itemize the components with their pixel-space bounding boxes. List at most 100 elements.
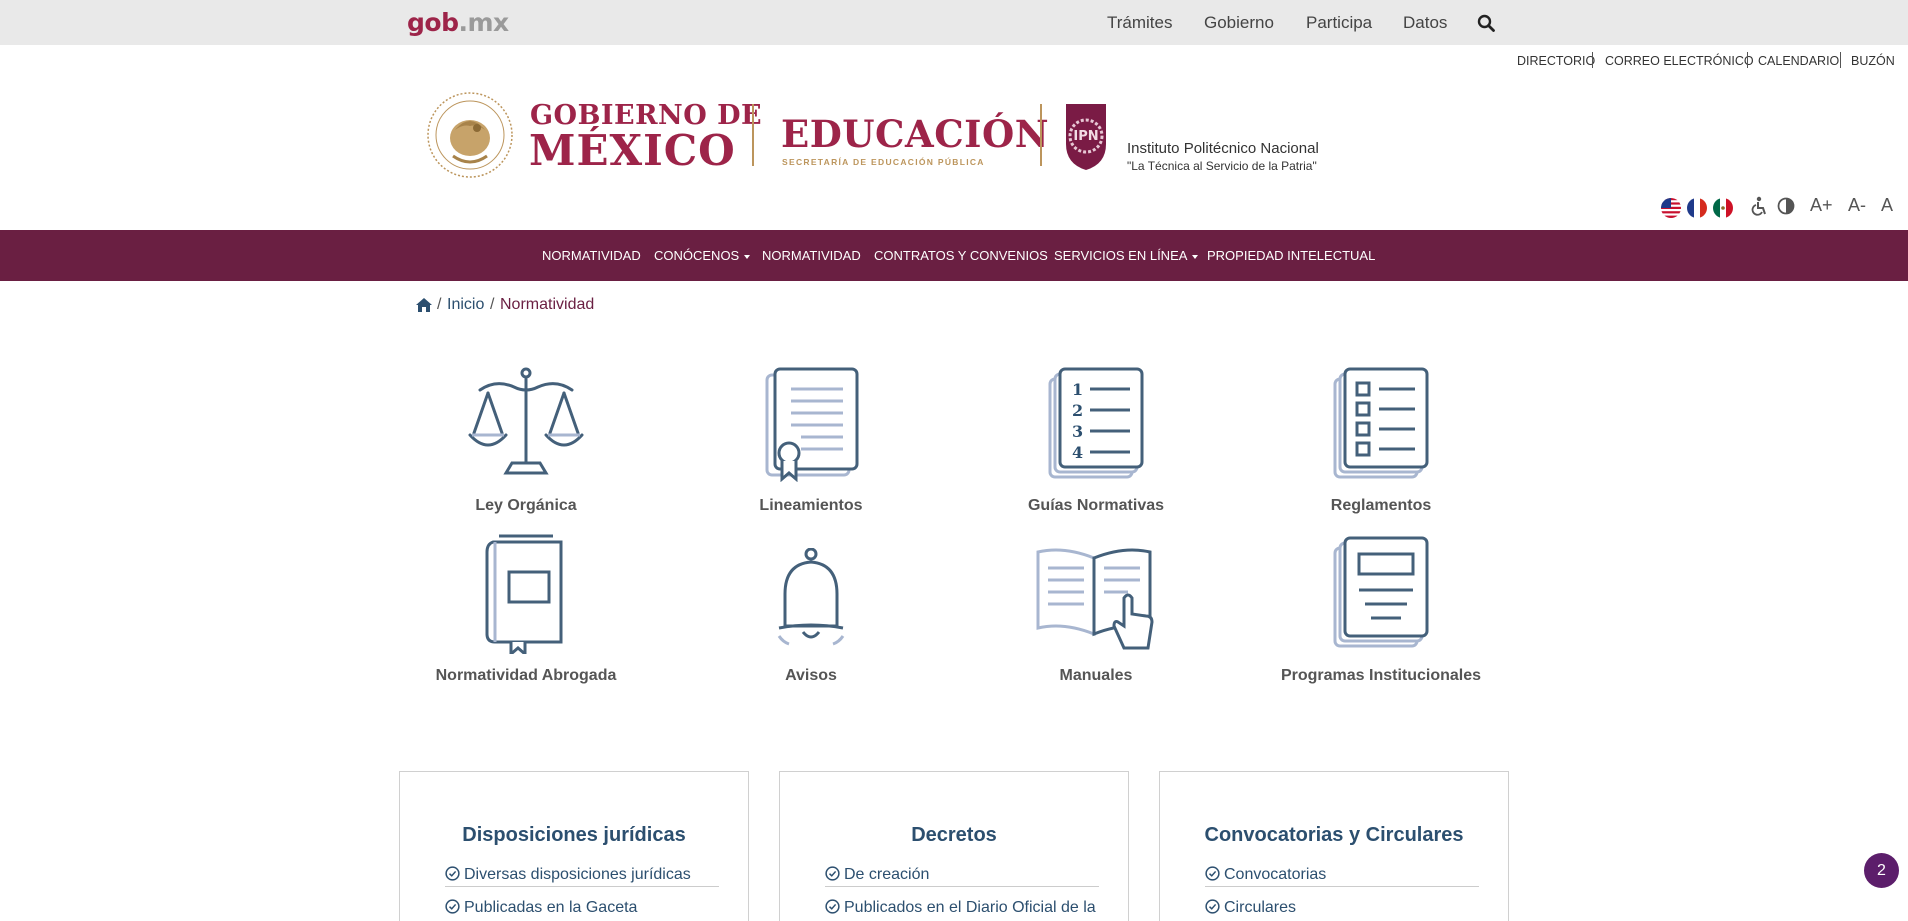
header-divider [752,104,754,166]
card-link-text: Diversas disposiciones jurídicas [464,866,691,883]
tile-guias-normativas[interactable]: 1 2 3 4 Guías Normativas [976,365,1216,530]
checklist-icon [1333,367,1429,479]
gob-mx-logo[interactable]: gob.mx [407,8,509,37]
breadcrumb-sep: / [490,296,495,313]
us-flag-icon[interactable] [1661,198,1681,218]
card-link[interactable]: De creación [825,866,1099,887]
caret-down-icon [744,254,751,259]
topnav-tramites[interactable]: Trámites [1107,13,1173,33]
gob-logo-ext: .mx [458,8,509,37]
ipn-motto: "La Técnica al Servicio de la Patria" [1127,159,1317,173]
svg-text:1: 1 [1072,380,1083,399]
tile-manuales[interactable]: Manuales [976,534,1216,699]
caret-down-icon [1192,254,1199,259]
tile-programas-institucionales[interactable]: Programas Institucionales [1261,534,1501,699]
card-link-text: Publicadas en la Gaceta [464,899,638,916]
document-stack-icon [1333,536,1429,648]
ipn-name: Instituto Politécnico Nacional [1127,140,1319,157]
breadcrumb-sep: / [437,296,442,313]
book-icon [485,534,563,654]
mx-flag-icon[interactable] [1713,198,1733,218]
check-circle-icon [1205,866,1220,881]
nav-servicios[interactable]: SERVICIOS EN LÍNEA [1054,248,1199,263]
educacion-text: EDUCACIÓN [781,112,1050,156]
link-calendario[interactable]: CALENDARIO [1758,54,1839,68]
card-link[interactable]: Diversas disposiciones jurídicas [445,866,719,887]
card-link-text: De creación [844,866,930,883]
topnav-gobierno[interactable]: Gobierno [1204,13,1274,33]
tile-label: Avisos [785,667,837,684]
card-link-text: Convocatorias [1224,866,1327,883]
tile-label: Programas Institucionales [1280,667,1482,684]
card-link[interactable]: Publicadas en la Gaceta [445,899,719,917]
tile-label: Normatividad Abrogada [435,667,617,684]
accessibility-icon[interactable] [1751,196,1767,216]
check-circle-icon [1205,899,1220,914]
nav-label: PROPIEDAD INTELECTUAL [1207,248,1376,263]
sep-subtitle: SECRETARÍA DE EDUCACIÓN PÚBLICA [782,157,985,167]
nav-label: CONTRATOS Y CONVENIOS [874,248,1048,263]
scales-icon [468,367,584,475]
font-decrease-button[interactable]: A- [1848,195,1866,216]
card-link[interactable]: Circulares [1205,899,1479,917]
card-title: Decretos [911,824,997,846]
check-circle-icon [445,899,460,914]
card-title: Disposiciones jurídicas [462,824,686,846]
card-link-text: Publicados en el Diario Oficial de la [844,899,1096,916]
tile-label: Manuales [1059,667,1133,684]
tile-label: Lineamientos [759,497,863,514]
fr-flag-icon[interactable] [1687,198,1707,218]
topnav-datos[interactable]: Datos [1403,13,1447,33]
nav-propiedad[interactable]: PROPIEDAD INTELECTUAL [1207,248,1375,263]
nav-normatividad[interactable]: NORMATIVIDAD [542,248,641,263]
card-link-text: Circulares [1224,899,1297,916]
home-icon[interactable] [415,297,433,313]
card-decretos: Decretos De creación Publicados en el Di… [779,771,1129,921]
notification-badge[interactable]: 2 [1864,853,1899,888]
search-icon[interactable] [1477,14,1495,32]
header-divider [1040,104,1042,166]
escudo-nacional-logo [427,92,513,178]
card-link[interactable]: Publicados en el Diario Oficial de la [825,899,1099,917]
open-book-hand-icon [1036,548,1154,650]
ipn-logo: IPN [1066,104,1106,170]
tile-label: Reglamentos [1330,497,1432,514]
check-circle-icon [445,866,460,881]
bell-icon [777,548,845,646]
link-buzon[interactable]: BUZÓN [1851,54,1895,68]
gob-logo-text: gob [407,8,459,37]
breadcrumb-current: Normatividad [500,296,595,313]
gob-top-bar: gob.mx Trámites Gobierno Participa Datos [0,0,1908,45]
tile-reglamentos[interactable]: Reglamentos [1261,365,1501,530]
svg-text:4: 4 [1072,443,1083,462]
card-link[interactable]: Convocatorias [1205,866,1479,887]
link-directorio[interactable]: DIRECTORIO [1517,54,1595,68]
nav-conocenos[interactable]: CONÓCENOS [654,248,751,263]
tile-label: Guías Normativas [1027,497,1165,514]
breadcrumb-inicio[interactable]: Inicio [447,296,484,314]
card-disposiciones: Disposiciones jurídicas Diversas disposi… [399,771,749,921]
card-convocatorias: Convocatorias y Circulares Convocatorias… [1159,771,1509,921]
util-divider [1840,52,1841,68]
font-increase-button[interactable]: A+ [1810,195,1833,216]
nav-normatividad-2[interactable]: NORMATIVIDAD [762,248,861,263]
nav-label: SERVICIOS EN LÍNEA [1054,248,1188,263]
link-correo[interactable]: CORREO ELECTRÓNICO [1605,54,1754,68]
nav-label: NORMATIVIDAD [542,248,641,263]
svg-text:IPN: IPN [1073,129,1098,144]
util-divider [1747,52,1748,68]
font-reset-button[interactable]: A [1881,195,1893,216]
svg-text:3: 3 [1072,422,1083,441]
util-divider [1592,52,1593,68]
tile-lineamientos[interactable]: Lineamientos [691,365,931,530]
tile-label: Ley Orgánica [475,497,577,514]
tile-ley-organica[interactable]: Ley Orgánica [406,365,646,530]
nav-label: CONÓCENOS [654,248,740,263]
tile-normatividad-abrogada[interactable]: Normatividad Abrogada [406,534,646,699]
topnav-participa[interactable]: Participa [1306,13,1372,33]
tile-avisos[interactable]: Avisos [691,534,931,699]
nav-label: NORMATIVIDAD [762,248,861,263]
nav-contratos[interactable]: CONTRATOS Y CONVENIOS [874,248,1048,263]
contrast-icon[interactable] [1777,197,1795,215]
numbered-list-icon: 1 2 3 4 [1048,367,1144,479]
